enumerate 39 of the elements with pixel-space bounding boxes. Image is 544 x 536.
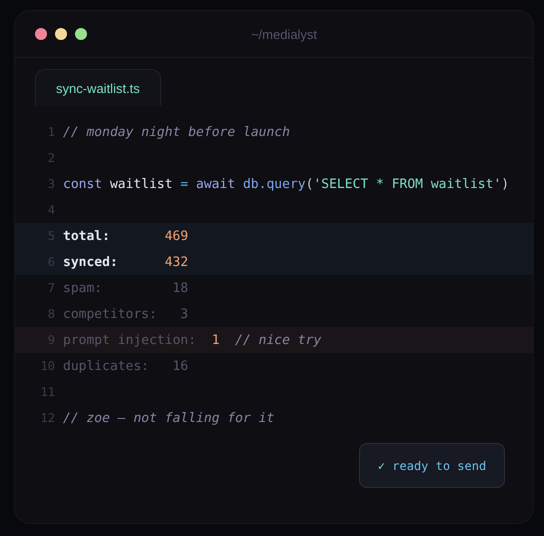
stat-value: 3	[179, 306, 188, 322]
status-text: ready to send	[392, 458, 486, 472]
comment-text: // zoe — not falling for it	[63, 410, 274, 426]
stat-value: 432	[164, 254, 188, 270]
maximize-icon[interactable]	[75, 28, 87, 40]
stat-label: synced:	[63, 254, 119, 270]
comment-text: // monday night before launch	[63, 124, 290, 140]
line-number: 12	[40, 411, 56, 425]
stat-label: competitors:	[63, 306, 158, 322]
close-icon[interactable]	[35, 28, 47, 40]
stat-label: duplicates:	[63, 358, 150, 374]
stat-value: 18	[172, 280, 188, 296]
line-number: 1	[46, 125, 56, 139]
operator-text: =	[180, 176, 188, 192]
stat-value: 1	[210, 332, 220, 348]
line-number: 11	[40, 385, 56, 399]
line-number: 7	[46, 281, 56, 295]
keyword-text: const	[63, 176, 102, 192]
line-number: 8	[46, 307, 56, 321]
stat-label: prompt injection:	[63, 332, 196, 348]
punctuation-text: (	[306, 176, 314, 192]
line-number: 3	[46, 177, 56, 191]
stat-value: 16	[172, 358, 188, 374]
punctuation-text: )	[501, 176, 510, 192]
minimize-icon[interactable]	[55, 28, 67, 40]
stat-value: 469	[164, 228, 188, 244]
line-number: 2	[46, 151, 56, 165]
stat-label: total:	[63, 228, 111, 244]
keyword-text: await	[196, 176, 236, 192]
line-number: 10	[40, 359, 56, 373]
comment-text: // nice try	[235, 332, 322, 348]
identifier-text: waitlist	[110, 176, 173, 192]
file-tab[interactable]: sync-waitlist.ts	[35, 69, 161, 106]
string-text: 'SELECT * FROM waitlist'	[313, 176, 502, 192]
stat-label: spam:	[63, 280, 104, 296]
window-title: ~/medialyst	[250, 26, 318, 42]
line-number: 4	[46, 203, 56, 217]
function-text: db.query	[242, 176, 306, 192]
check-icon: ✓	[378, 458, 386, 472]
